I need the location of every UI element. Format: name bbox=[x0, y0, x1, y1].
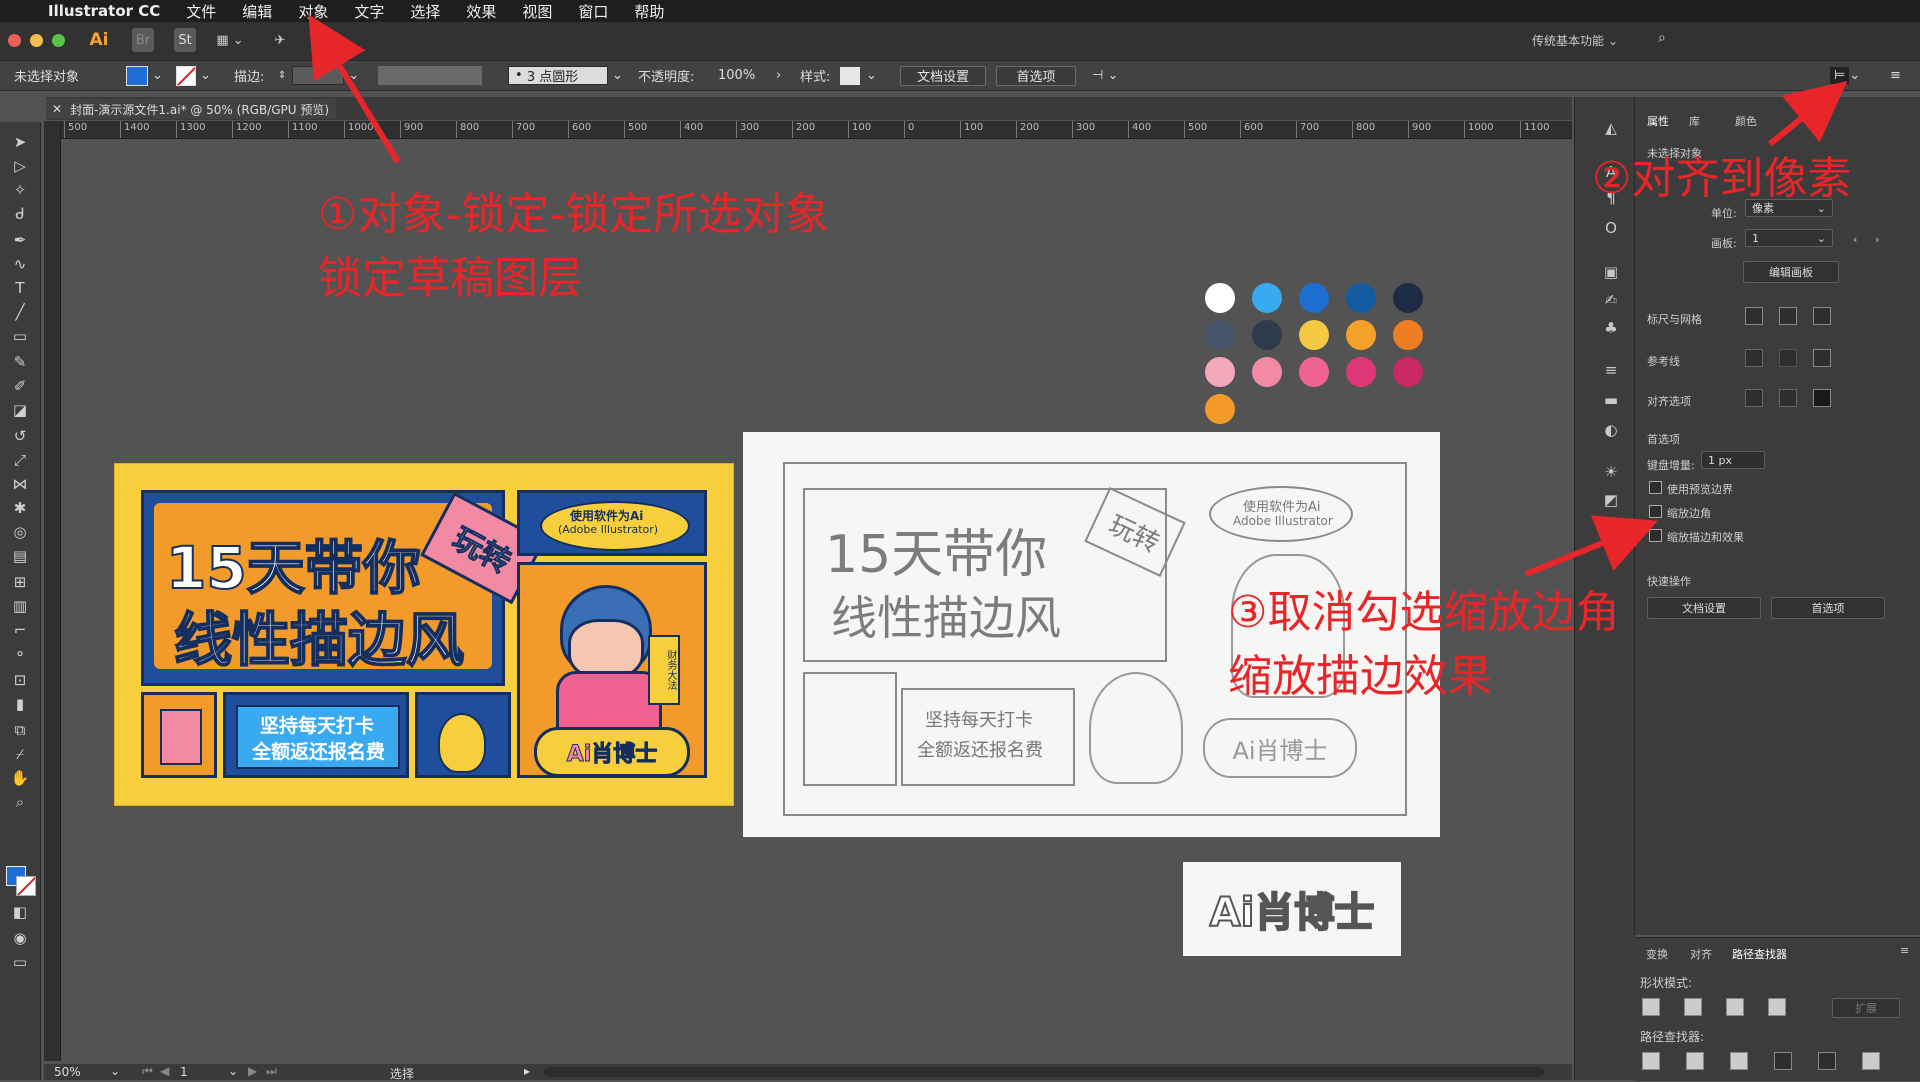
annotation-arrows bbox=[308, 14, 1848, 577]
arrow-to-object-menu bbox=[308, 14, 401, 164]
arrow-to-snap-pixel bbox=[1768, 81, 1848, 147]
arrow-to-scale-options bbox=[1524, 515, 1658, 577]
